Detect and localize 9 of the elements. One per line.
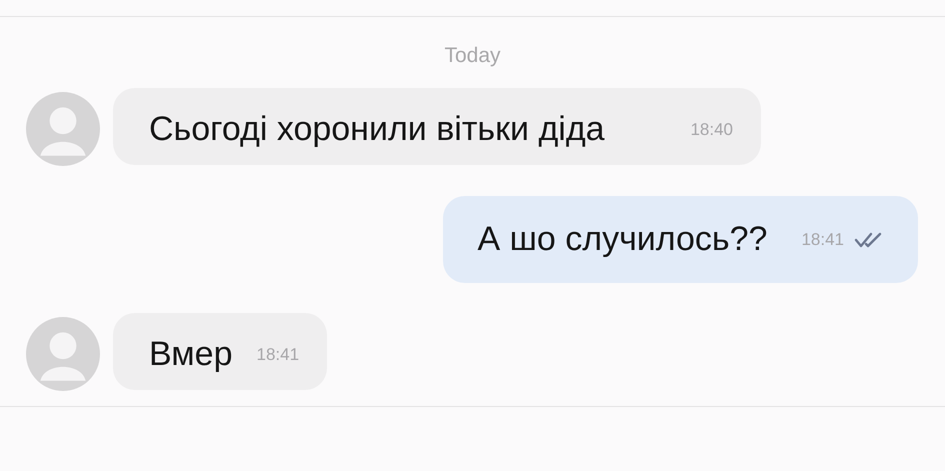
- message-time: 18:41: [256, 344, 300, 364]
- message-text: Сьогоді хоронили вітьки діда: [149, 110, 605, 149]
- message-text: Вмер: [149, 335, 232, 374]
- message-time: 18:40: [690, 120, 733, 140]
- message-time: 18:41: [801, 230, 844, 250]
- avatar-icon: [26, 317, 100, 391]
- date-label: Today: [443, 44, 502, 68]
- message-text: А шо случилось??: [477, 220, 768, 259]
- avatar-icon: [26, 92, 100, 166]
